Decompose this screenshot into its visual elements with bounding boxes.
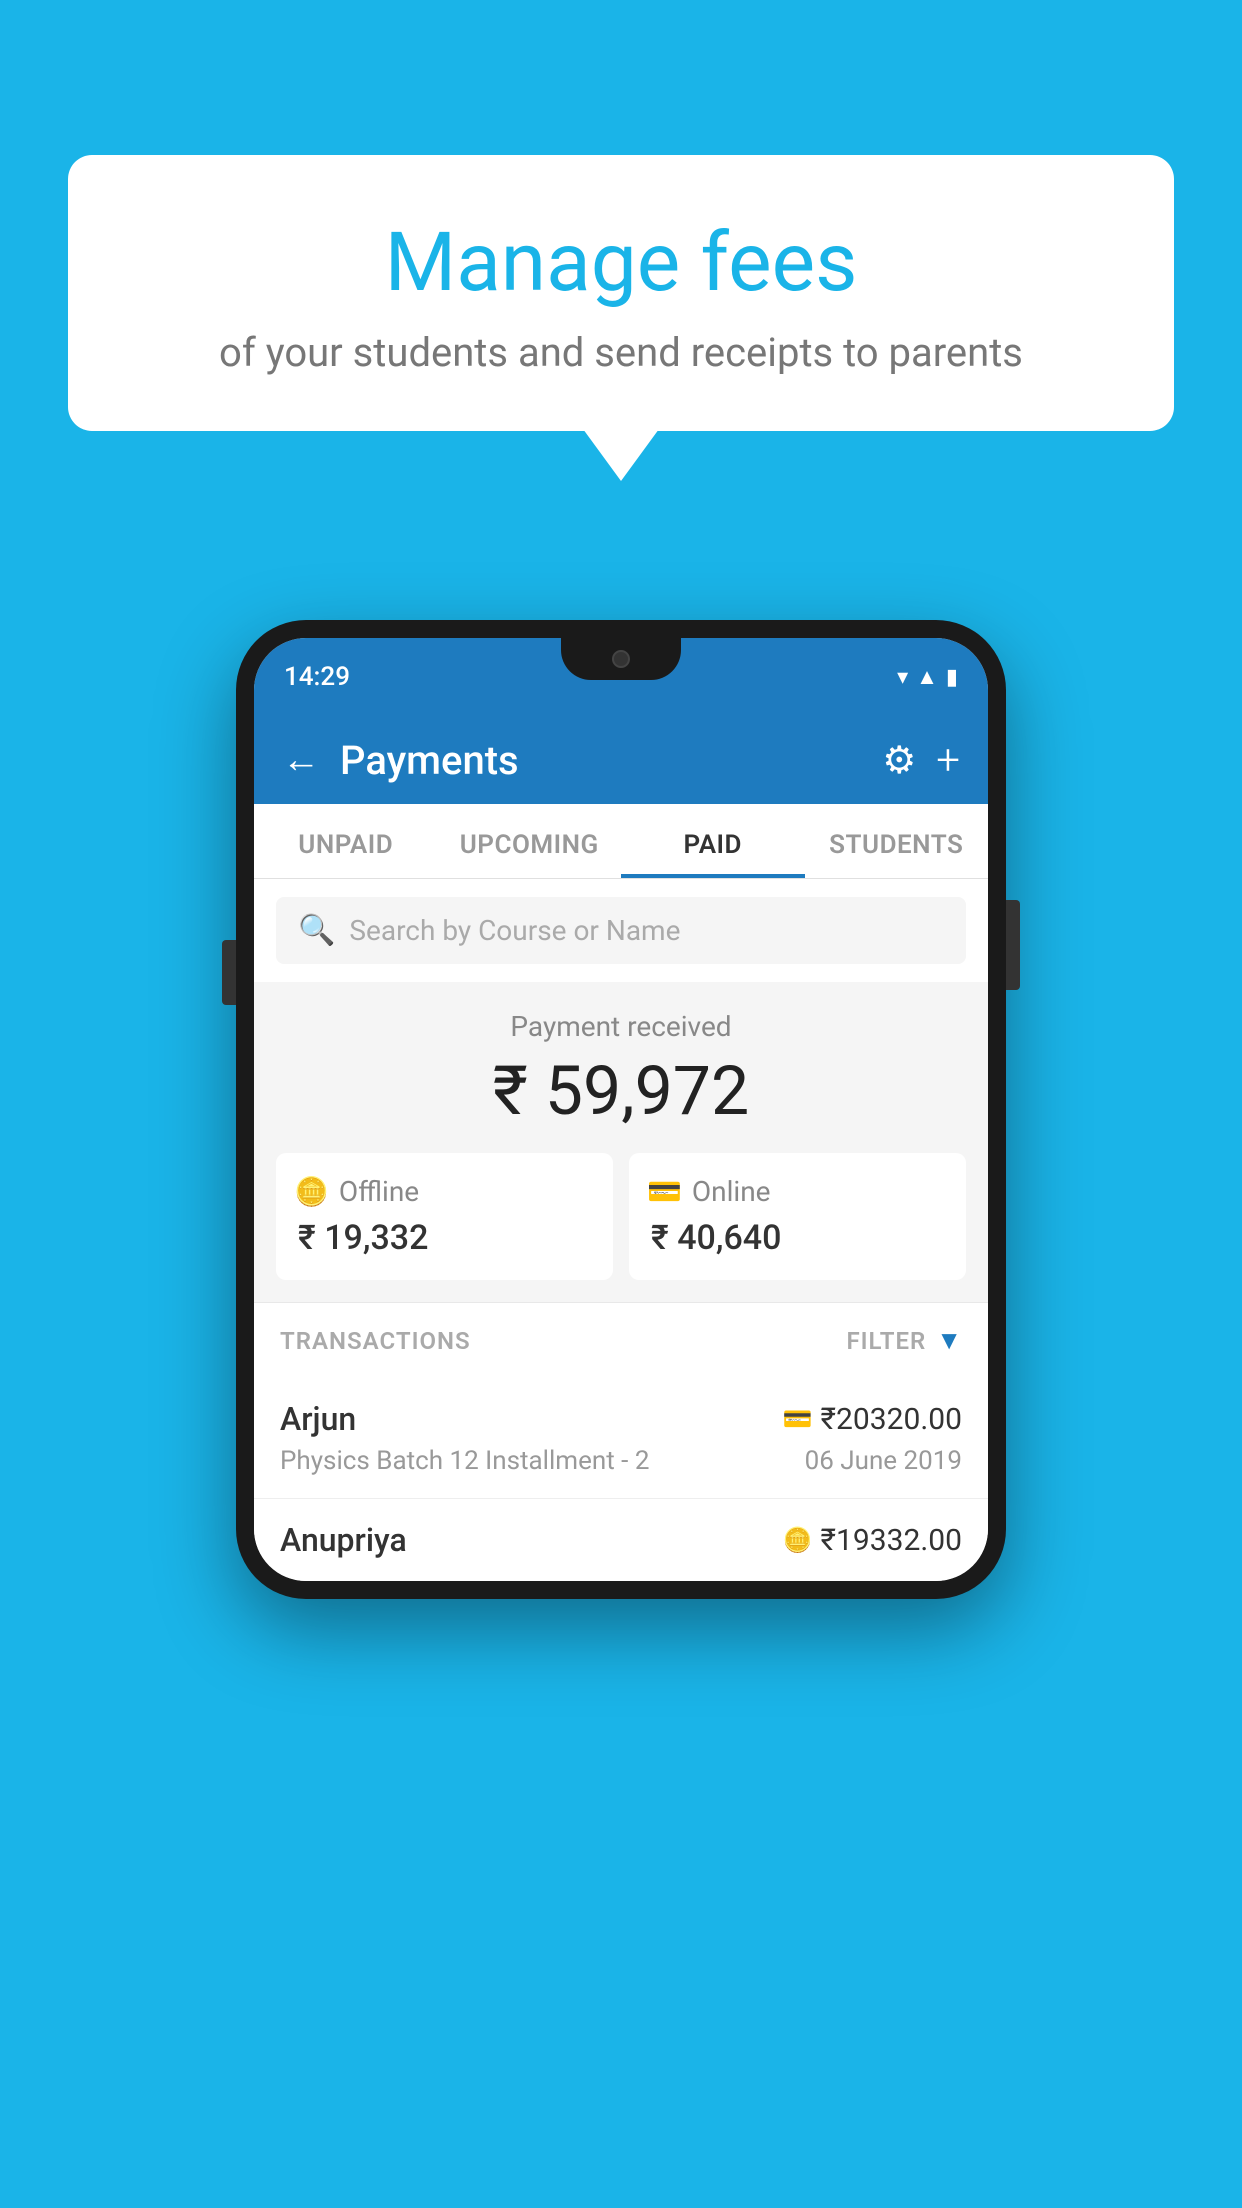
offline-icon: 🪙	[294, 1175, 329, 1208]
offline-amount: ₹ 19,332	[294, 1218, 428, 1258]
phone-wrapper: 14:29 ▾ ▲ ▮ ← Payments ⚙ + UNPAID	[236, 620, 1006, 1599]
search-container: 🔍 Search by Course or Name	[254, 879, 988, 982]
filter-button[interactable]: FILTER ▼	[846, 1325, 962, 1356]
status-icons: ▾ ▲ ▮	[897, 664, 958, 690]
transaction-date: 06 June 2019	[805, 1446, 962, 1476]
filter-label: FILTER	[846, 1327, 926, 1355]
partial-row-top: Anupriya 🪙 ₹19332.00	[280, 1521, 962, 1559]
online-icon: 💳	[647, 1175, 682, 1208]
header-title: Payments	[340, 737, 862, 784]
filter-icon: ▼	[936, 1325, 962, 1356]
wifi-icon: ▾	[897, 665, 908, 690]
bubble-title: Manage fees	[108, 215, 1134, 311]
online-label: Online	[692, 1175, 771, 1208]
transactions-label: TRANSACTIONS	[280, 1327, 471, 1355]
offline-card-header: 🪙 Offline	[294, 1175, 419, 1208]
transaction-row-top: Arjun 💳 ₹20320.00	[280, 1400, 962, 1438]
card-payment-icon: 💳	[783, 1405, 813, 1433]
transaction-detail: Physics Batch 12 Installment - 2 06 June…	[280, 1446, 962, 1476]
speech-bubble-container: Manage fees of your students and send re…	[68, 155, 1174, 431]
transaction-name: Arjun	[280, 1400, 356, 1438]
transaction-course: Physics Batch 12 Installment - 2	[280, 1446, 649, 1476]
search-bar[interactable]: 🔍 Search by Course or Name	[276, 897, 966, 964]
online-amount: ₹ 40,640	[647, 1218, 781, 1258]
signal-icon: ▲	[916, 664, 938, 690]
camera-dot	[612, 650, 630, 668]
partial-amount: ₹19332.00	[821, 1523, 962, 1558]
offline-card: 🪙 Offline ₹ 19,332	[276, 1153, 613, 1280]
search-icon: 🔍	[298, 913, 335, 948]
search-input[interactable]: Search by Course or Name	[349, 914, 680, 947]
tabs-bar: UNPAID UPCOMING PAID STUDENTS	[254, 804, 988, 879]
tab-paid[interactable]: PAID	[621, 804, 805, 878]
tab-unpaid[interactable]: UNPAID	[254, 804, 438, 878]
transaction-amount-row: 💳 ₹20320.00	[783, 1402, 962, 1437]
speech-bubble: Manage fees of your students and send re…	[68, 155, 1174, 431]
phone-screen: 14:29 ▾ ▲ ▮ ← Payments ⚙ + UNPAID	[254, 638, 988, 1581]
offline-label: Offline	[339, 1175, 419, 1208]
app-header: ← Payments ⚙ +	[254, 716, 988, 804]
bubble-subtitle: of your students and send receipts to pa…	[108, 329, 1134, 376]
transactions-header: TRANSACTIONS FILTER ▼	[254, 1302, 988, 1378]
battery-icon: ▮	[946, 665, 958, 690]
transaction-amount: ₹20320.00	[821, 1402, 962, 1437]
phone-outer: 14:29 ▾ ▲ ▮ ← Payments ⚙ + UNPAID	[236, 620, 1006, 1599]
online-card: 💳 Online ₹ 40,640	[629, 1153, 966, 1280]
payment-summary: Payment received ₹ 59,972 🪙 Offline ₹ 19…	[254, 982, 988, 1302]
add-button[interactable]: +	[936, 736, 960, 785]
partial-name: Anupriya	[280, 1521, 407, 1559]
payment-cards: 🪙 Offline ₹ 19,332 💳 Online ₹ 40,640	[276, 1153, 966, 1280]
gear-icon[interactable]: ⚙	[882, 738, 916, 783]
payment-received-label: Payment received	[276, 1010, 966, 1043]
notch-cutout	[561, 638, 681, 680]
partial-amount-row: 🪙 ₹19332.00	[783, 1523, 962, 1558]
tab-students[interactable]: STUDENTS	[805, 804, 989, 878]
online-card-header: 💳 Online	[647, 1175, 771, 1208]
back-button[interactable]: ←	[282, 738, 320, 782]
status-bar: 14:29 ▾ ▲ ▮	[254, 638, 988, 716]
payment-total-amount: ₹ 59,972	[276, 1051, 966, 1131]
partial-transaction-row[interactable]: Anupriya 🪙 ₹19332.00	[254, 1499, 988, 1581]
status-time: 14:29	[284, 662, 350, 692]
tab-upcoming[interactable]: UPCOMING	[438, 804, 622, 878]
cash-payment-icon: 🪙	[783, 1526, 813, 1554]
transaction-row[interactable]: Arjun 💳 ₹20320.00 Physics Batch 12 Insta…	[254, 1378, 988, 1499]
